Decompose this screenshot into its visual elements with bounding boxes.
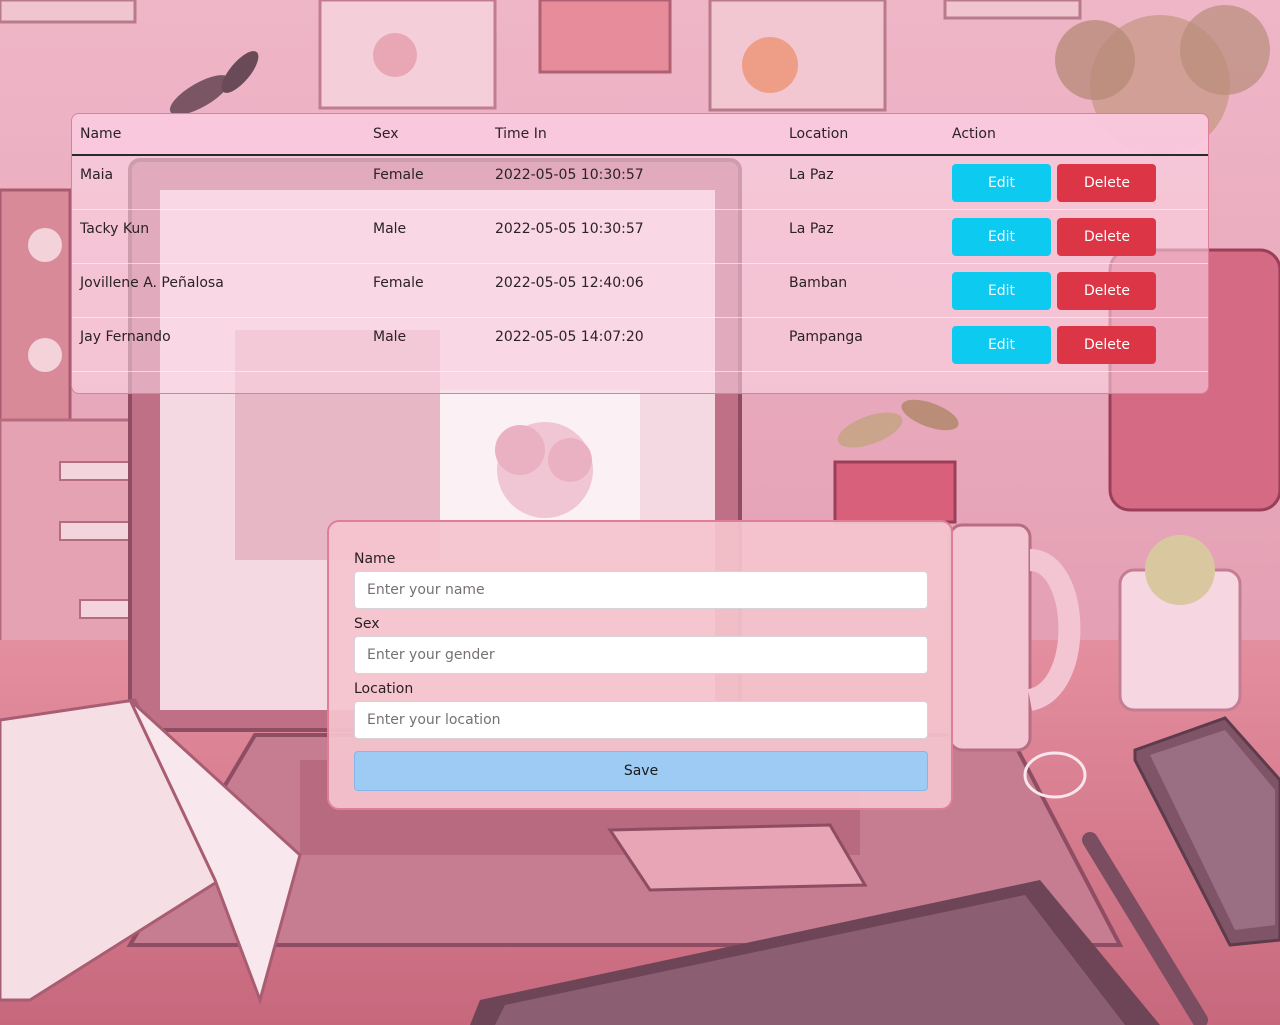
location-input[interactable] <box>354 701 928 739</box>
cell-action: Edit Delete <box>944 209 1208 264</box>
table-row: Jovillene A. Peñalosa Female 2022-05-05 … <box>72 263 1208 318</box>
records-table-panel: Name Sex Time In Location Action Maia Fe… <box>71 113 1209 394</box>
header-time-in: Time In <box>487 114 781 156</box>
cell-time-in: 2022-05-05 10:30:57 <box>487 209 781 264</box>
cell-time-in: 2022-05-05 14:07:20 <box>487 317 781 372</box>
cell-location: Bamban <box>781 263 944 318</box>
cell-time-in: 2022-05-05 12:40:06 <box>487 263 781 318</box>
edit-button[interactable]: Edit <box>952 217 1051 256</box>
cell-sex: Male <box>365 317 487 372</box>
edit-button[interactable]: Edit <box>952 325 1051 364</box>
table-row: Tacky Kun Male 2022-05-05 10:30:57 La Pa… <box>72 209 1208 264</box>
name-input[interactable] <box>354 571 928 609</box>
cell-location: Pampanga <box>781 317 944 372</box>
save-button[interactable]: Save <box>354 751 928 791</box>
delete-button[interactable]: Delete <box>1057 271 1157 310</box>
sex-input[interactable] <box>354 636 928 674</box>
header-action: Action <box>944 114 1208 156</box>
cell-time-in: 2022-05-05 10:30:57 <box>487 155 781 210</box>
cell-sex: Female <box>365 155 487 210</box>
cell-action: Edit Delete <box>944 263 1208 318</box>
cell-name: Jovillene A. Peñalosa <box>72 263 365 318</box>
entry-form: Name Sex Location Save <box>327 520 953 810</box>
cell-name: Jay Fernando <box>72 317 365 372</box>
header-name: Name <box>72 114 365 156</box>
delete-button[interactable]: Delete <box>1057 325 1157 364</box>
cell-sex: Female <box>365 263 487 318</box>
name-label: Name <box>354 551 396 567</box>
table-row: Maia Female 2022-05-05 10:30:57 La Paz E… <box>72 155 1208 210</box>
edit-button[interactable]: Edit <box>952 271 1051 310</box>
cell-action: Edit Delete <box>944 155 1208 210</box>
records-table: Name Sex Time In Location Action Maia Fe… <box>72 114 1208 372</box>
cell-action: Edit Delete <box>944 317 1208 372</box>
cell-name: Maia <box>72 155 365 210</box>
header-location: Location <box>781 114 944 156</box>
delete-button[interactable]: Delete <box>1057 217 1157 256</box>
cell-location: La Paz <box>781 155 944 210</box>
table-header-row: Name Sex Time In Location Action <box>72 114 1208 156</box>
table-row: Jay Fernando Male 2022-05-05 14:07:20 Pa… <box>72 317 1208 372</box>
location-label: Location <box>354 681 414 697</box>
sex-label: Sex <box>354 616 380 632</box>
header-sex: Sex <box>365 114 487 156</box>
cell-location: La Paz <box>781 209 944 264</box>
cell-name: Tacky Kun <box>72 209 365 264</box>
edit-button[interactable]: Edit <box>952 164 1051 202</box>
cell-sex: Male <box>365 209 487 264</box>
delete-button[interactable]: Delete <box>1057 164 1157 202</box>
